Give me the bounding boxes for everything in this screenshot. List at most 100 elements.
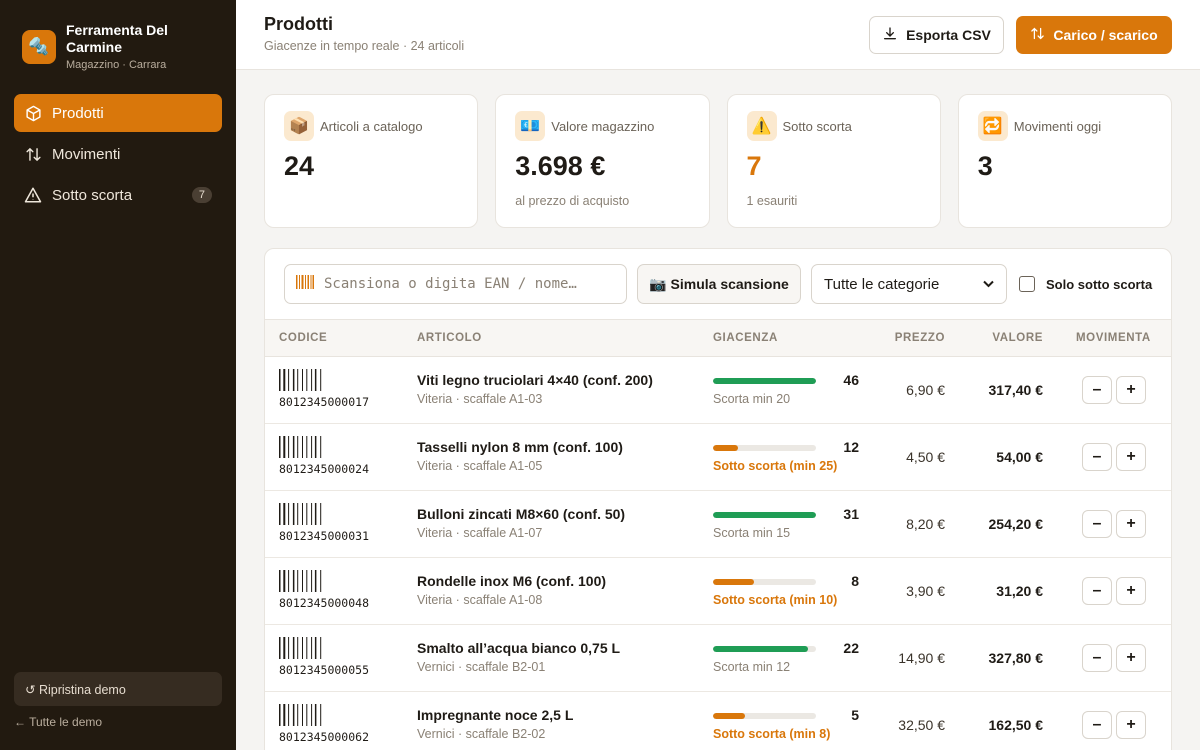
export-csv-label: Esporta CSV (906, 27, 991, 43)
stock-level-bar (713, 378, 816, 384)
table-row[interactable]: 8012345000062 Impregnante noce 2,5 L Verni… (265, 692, 1171, 750)
kpi-label: Valore magazzino (551, 119, 655, 134)
column-header-stock[interactable]: GIACENZA (713, 332, 778, 344)
all-demos-link[interactable]: ← Tutte le demo (14, 715, 102, 729)
product-location: Vernici · scaffale B2-02 (417, 727, 546, 741)
arrows-up-down-icon (1030, 26, 1045, 44)
increase-stock-button[interactable]: + (1116, 577, 1146, 605)
table-row[interactable]: 8012345000024 Tasselli nylon 8 mm (conf. … (265, 424, 1171, 491)
column-header-price[interactable]: PREZZO (855, 332, 945, 344)
stock-movement-button[interactable]: Carico / scarico (1016, 16, 1172, 54)
table-toolbar: 📷 Simula scansione Tutte le categorie So… (265, 249, 1171, 319)
stock-level-bar (713, 646, 816, 652)
decrease-stock-button[interactable]: – (1082, 376, 1112, 404)
scan-input[interactable] (324, 276, 614, 292)
product-code: 8012345000055 (279, 663, 370, 677)
product-code: 8012345000024 (279, 462, 370, 476)
warning-icon: ⚠️ (746, 111, 777, 141)
kpi-cards: 📦 Articoli a catalogo 24 💶 Valore magazz… (264, 94, 1172, 228)
page-header: Prodotti Giacenze in tempo reale · 24 ar… (236, 0, 1200, 70)
download-icon (882, 26, 898, 45)
product-price: 4,50 € (906, 449, 945, 465)
category-select[interactable]: Tutte le categorie (811, 264, 1007, 304)
scan-field[interactable] (284, 264, 627, 304)
category-select-value: Tutte le categorie (824, 275, 940, 293)
product-name: Tasselli nylon 8 mm (conf. 100) (417, 439, 623, 455)
brand-name: Ferramenta Del Carmine (66, 22, 168, 55)
product-price: 14,90 € (898, 650, 945, 666)
count-badge: 7 (191, 187, 212, 203)
sidebar-item-prodotti[interactable]: Prodotti (14, 94, 222, 132)
simulate-scan-button[interactable]: 📷 Simula scansione (637, 264, 801, 304)
column-header-article[interactable]: ARTICOLO (417, 332, 482, 344)
decrease-stock-button[interactable]: – (1082, 711, 1112, 739)
sidebar-item-sotto-scorta[interactable]: Sotto scorta 7 (14, 176, 222, 214)
increase-stock-button[interactable]: + (1116, 711, 1146, 739)
product-price: 3,90 € (906, 583, 945, 599)
product-code: 8012345000062 (279, 730, 370, 744)
page-title: Prodotti (264, 14, 333, 34)
warning-triangle-icon (24, 186, 42, 204)
kpi-card-low-stock: ⚠️ Sotto scorta 7 1 esauriti (726, 94, 941, 228)
sidebar-item-label: Movimenti (52, 145, 121, 163)
column-header-code[interactable]: CODICE (279, 332, 327, 344)
column-header-move: MOVIMENTA (1076, 332, 1151, 344)
barcode-icon (296, 274, 314, 294)
stock-level-fill (713, 378, 816, 384)
export-csv-button[interactable]: Esporta CSV (869, 16, 1004, 54)
brand-subtitle: Magazzino · Carrara (66, 59, 167, 71)
column-header-value[interactable]: VALORE (955, 332, 1043, 344)
kpi-note: 1 esauriti (746, 194, 798, 208)
stock-level-bar (713, 445, 816, 451)
kpi-label: Articoli a catalogo (320, 119, 423, 134)
product-value: 327,80 € (988, 650, 1044, 666)
barcode-image (279, 503, 322, 525)
product-name: Smalto all’acqua bianco 0,75 L (417, 640, 621, 656)
stock-note: Scorta min 15 (713, 526, 791, 540)
only-low-stock-toggle[interactable]: Solo sotto scorta (1019, 276, 1152, 292)
kpi-card-stock-value: 💶 Valore magazzino 3.698 € al prezzo di … (495, 94, 710, 228)
reset-demo-button[interactable]: ↺ Ripristina demo (14, 672, 222, 706)
barcode-image (279, 369, 322, 391)
chevron-down-icon (983, 277, 994, 291)
stock-level-fill (713, 646, 808, 652)
product-location: Viteria · scaffale A1-03 (417, 392, 543, 406)
box-icon (24, 104, 42, 122)
page-subtitle: Giacenze in tempo reale · 24 articoli (264, 39, 465, 53)
decrease-stock-button[interactable]: – (1082, 510, 1112, 538)
stock-note: Sotto scorta (min 25) (713, 459, 838, 473)
kpi-label: Sotto scorta (782, 119, 852, 134)
increase-stock-button[interactable]: + (1116, 644, 1146, 672)
stock-level-bar (713, 579, 816, 585)
barcode-image (279, 436, 322, 458)
sidebar-item-movimenti[interactable]: Movimenti (14, 135, 222, 173)
kpi-card-catalog: 📦 Articoli a catalogo 24 (264, 94, 479, 228)
decrease-stock-button[interactable]: – (1082, 443, 1112, 471)
decrease-stock-button[interactable]: – (1082, 644, 1112, 672)
package-icon: 📦 (284, 111, 314, 141)
decrease-stock-button[interactable]: – (1082, 577, 1112, 605)
product-name: Bulloni zincati M8×60 (conf. 50) (417, 506, 626, 522)
stock-note: Scorta min 20 (713, 392, 791, 406)
increase-stock-button[interactable]: + (1116, 376, 1146, 404)
kpi-card-movements-today: 🔁 Movimenti oggi 3 (957, 94, 1172, 228)
only-low-stock-checkbox[interactable] (1019, 276, 1035, 292)
table-row[interactable]: 8012345000055 Smalto all’acqua bianco 0,7… (265, 625, 1171, 692)
product-location: Viteria · scaffale A1-08 (417, 593, 543, 607)
products-panel: 📷 Simula scansione Tutte le categorie So… (264, 248, 1172, 750)
kpi-label: Movimenti oggi (1013, 119, 1102, 134)
product-value: 31,20 € (996, 583, 1043, 599)
product-value: 254,20 € (988, 516, 1044, 532)
table-row[interactable]: 8012345000031 Bulloni zincati M8×60 (conf… (265, 491, 1171, 558)
stock-note: Sotto scorta (min 8) (713, 727, 831, 741)
table-header: CODICE ARTICOLO GIACENZA PREZZO VALORE M… (265, 319, 1171, 357)
stock-level-fill (713, 512, 816, 518)
kpi-note: al prezzo di acquisto (515, 194, 630, 208)
product-location: Viteria · scaffale A1-07 (417, 526, 543, 540)
increase-stock-button[interactable]: + (1116, 510, 1146, 538)
increase-stock-button[interactable]: + (1116, 443, 1146, 471)
barcode-image (279, 704, 322, 726)
table-row[interactable]: 8012345000048 Rondelle inox M6 (conf. 100… (265, 558, 1171, 625)
product-price: 6,90 € (906, 382, 945, 398)
table-row[interactable]: 8012345000017 Viti legno truciolari 4×40 … (265, 357, 1171, 424)
